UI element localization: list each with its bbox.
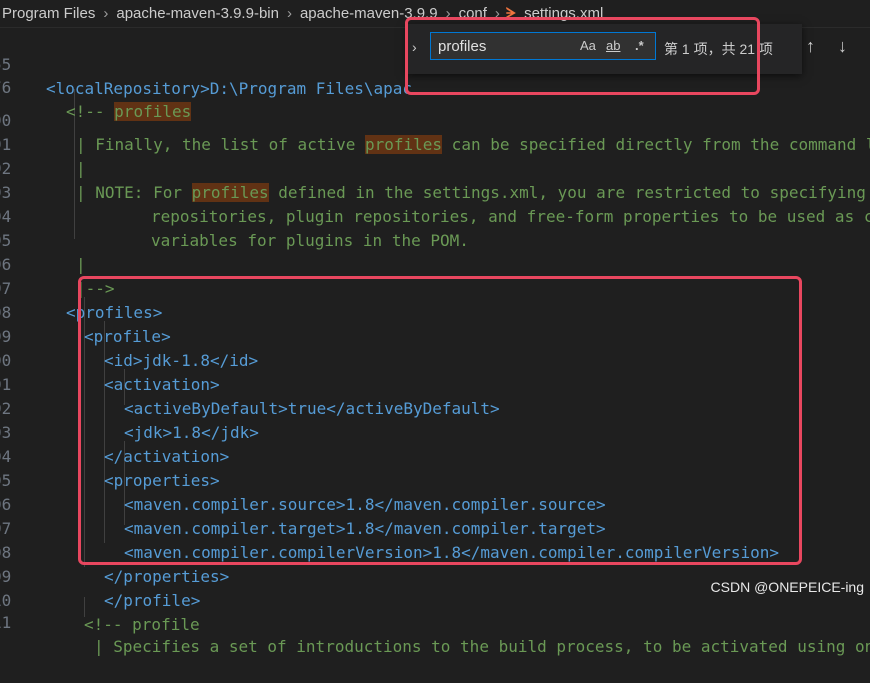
chevron-right-icon: › <box>445 5 451 22</box>
find-widget: › Aa ab .* 第 1 项，共 21 项 ↑ ↓ <box>406 24 847 74</box>
code-line: 03 </activation> <box>0 397 870 466</box>
breadcrumb-item-program-files[interactable]: Program Files <box>0 5 97 22</box>
breadcrumb-item-maven[interactable]: apache-maven-3.9.9 <box>298 5 440 22</box>
code-line: 02 <jdk>1.8</jdk> <box>0 373 870 442</box>
code-line: 00 <activation> <box>0 325 870 394</box>
code-line: 91 | <box>0 109 870 178</box>
toggle-replace-icon[interactable]: › <box>412 39 417 55</box>
code-line: 07 <maven.compiler.compilerVersion>1.8</… <box>0 493 870 562</box>
previous-match-icon[interactable]: ↑ <box>806 36 815 57</box>
find-input[interactable] <box>430 32 656 60</box>
match-case-icon[interactable]: Aa <box>580 38 596 53</box>
xml-file-icon: ᗒ <box>505 5 517 21</box>
code-line: 90 | Finally, the list of active profile… <box>0 85 870 154</box>
code-line: 92 | NOTE: For profiles defined in the s… <box>0 133 870 202</box>
chevron-right-icon: › <box>286 5 292 22</box>
watermark: CSDN @ONEPEICE-ing <box>710 579 864 595</box>
find-result-count: 第 1 项，共 21 项 <box>664 41 773 57</box>
code-line: 97 <profiles> <box>0 253 870 322</box>
breadcrumb-item-settings-xml[interactable]: settings.xml <box>522 5 605 22</box>
regex-icon[interactable]: .* <box>635 38 644 53</box>
code-line: 96 |--> <box>0 229 870 298</box>
code-text: | Specifies a set of introductions to th… <box>94 637 870 656</box>
code-line: 93 repositories, plugin repositories, an… <box>0 157 870 226</box>
code-line: 08 </properties> <box>0 517 870 586</box>
code-line: 04 <properties> <box>0 421 870 490</box>
code-line: 99 <id>jdk-1.8</id> <box>0 301 870 370</box>
code-line: 06 <maven.compiler.target>1.8</maven.com… <box>0 469 870 538</box>
breadcrumb-item-conf[interactable]: conf <box>457 5 489 22</box>
code-line: 94 variables for plugins in the POM. <box>0 181 870 250</box>
code-line: 05 <maven.compiler.source>1.8</maven.com… <box>0 445 870 514</box>
chevron-right-icon: › <box>494 5 500 22</box>
next-match-icon[interactable]: ↓ <box>838 36 847 57</box>
line-number: 11 <box>0 613 12 632</box>
code-text: <!-- profile <box>84 615 200 634</box>
whole-word-icon[interactable]: ab <box>606 38 620 53</box>
chevron-right-icon: › <box>103 5 109 22</box>
code-line: 98 <profile> <box>0 277 870 346</box>
breadcrumb-item-maven-bin[interactable]: apache-maven-3.9.9-bin <box>114 5 281 22</box>
code-line: 01 <activeByDefault>true</activeByDefaul… <box>0 349 870 418</box>
code-editor[interactable]: 55 <localRepository>D:\Program Files\apa… <box>0 29 870 656</box>
code-line: 09 </profile> <box>0 541 870 610</box>
code-line: 95 | <box>0 205 870 274</box>
